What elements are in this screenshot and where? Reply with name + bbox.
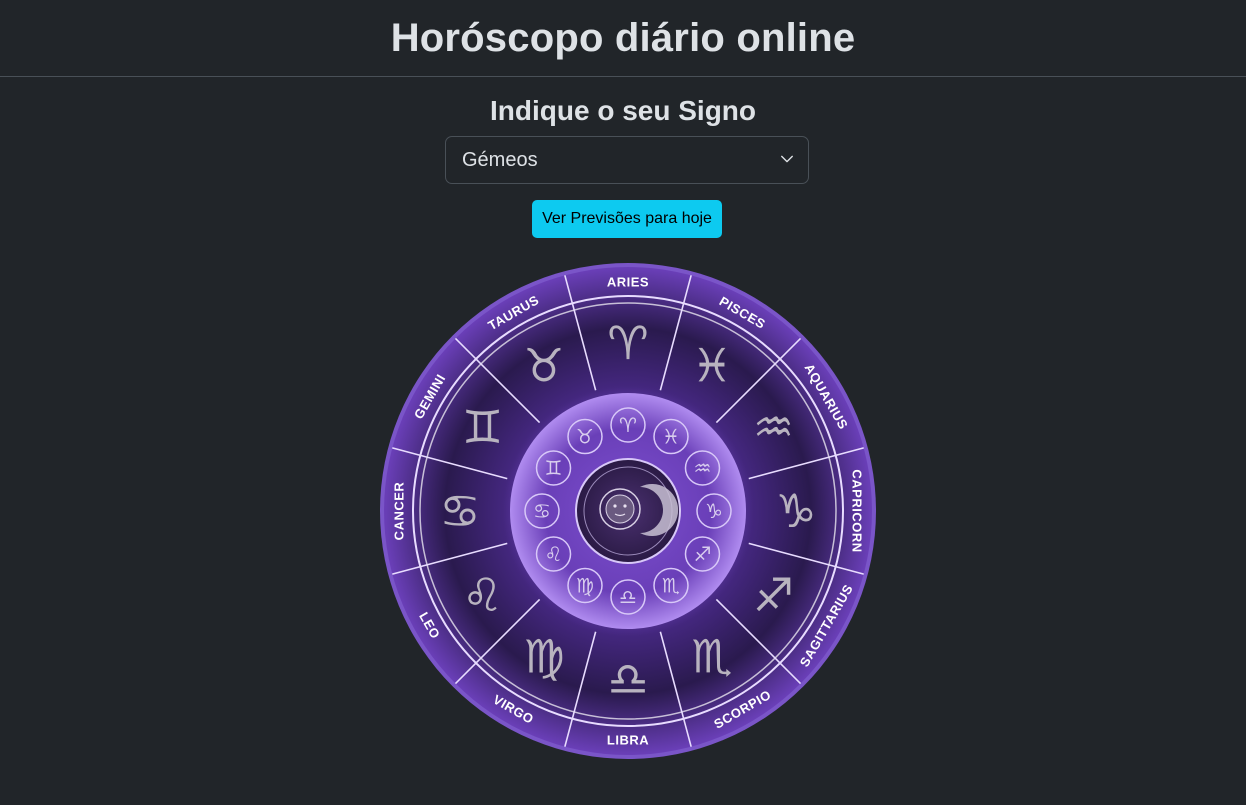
sign-glyph-libra: ♎ bbox=[619, 585, 637, 609]
sign-figure-pisces: ♓ bbox=[691, 339, 732, 393]
sign-figure-cancer: ♋ bbox=[439, 484, 480, 538]
sign-glyph-leo: ♌ bbox=[545, 542, 563, 566]
page-header: Horóscopo diário online bbox=[0, 0, 1246, 77]
page-title: Horóscopo diário online bbox=[390, 15, 856, 60]
sign-glyph-gemini: ♊ bbox=[545, 456, 563, 480]
sign-figure-scorpio: ♏ bbox=[691, 629, 732, 683]
sign-figure-virgo: ♍ bbox=[523, 629, 564, 683]
sign-glyph-virgo: ♍ bbox=[576, 573, 594, 597]
sign-glyph-pisces: ♓ bbox=[662, 425, 680, 449]
sign-glyph-capricorn: ♑ bbox=[705, 499, 723, 523]
zodiac-wheel-image: ♈ ♓♒♑♐♏♎♍♌♋♊♉ ARIESPISCESAQUARIUSCAPRICOR… bbox=[380, 263, 876, 759]
sign-glyph-taurus: ♉ bbox=[576, 425, 594, 449]
sign-glyph-sagittarius: ♐ bbox=[694, 542, 712, 566]
sign-select-value: Gémeos bbox=[462, 149, 538, 171]
sign-label-libra: LIBRA bbox=[607, 733, 649, 748]
main-content: Indique o seu Signo Gémeos Ver Previsões… bbox=[0, 77, 1246, 804]
sign-figure-leo: ♌ bbox=[462, 568, 503, 622]
sign-figure-aries: ♈ bbox=[607, 316, 648, 370]
sign-label-cancer: CANCER bbox=[392, 482, 407, 541]
sign-figure-gemini: ♊ bbox=[462, 400, 503, 454]
sign-figure-libra: ♎ bbox=[607, 652, 648, 706]
sign-label-capricorn: CAPRICORN bbox=[850, 469, 865, 552]
sign-figure-aquarius: ♒ bbox=[753, 400, 794, 454]
view-predictions-button[interactable]: Ver Previsões para hoje bbox=[532, 200, 722, 238]
sign-select[interactable]: Gémeos bbox=[445, 136, 809, 184]
sign-glyph-scorpio: ♏ bbox=[662, 573, 680, 597]
sign-figure-taurus: ♉ bbox=[523, 339, 564, 393]
sign-figure-capricorn: ♑ bbox=[775, 484, 816, 538]
sign-figure-sagittarius: ♐ bbox=[753, 568, 794, 622]
chevron-down-icon bbox=[781, 155, 793, 163]
sign-label-aries: ARIES bbox=[607, 275, 649, 290]
sign-prompt-heading: Indique o seu Signo bbox=[490, 95, 756, 126]
sign-glyph-aquarius: ♒ bbox=[694, 456, 712, 480]
sign-glyph-aries: ♈ bbox=[619, 413, 637, 437]
sign-glyph-cancer: ♋ bbox=[533, 499, 551, 523]
